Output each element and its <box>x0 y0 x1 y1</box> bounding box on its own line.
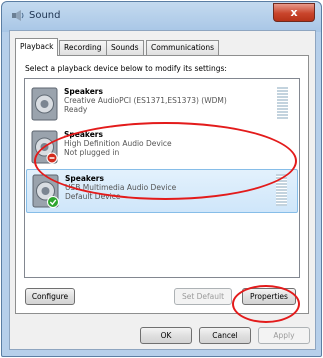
device-name: Speakers <box>64 87 103 96</box>
close-button[interactable]: x <box>273 3 315 22</box>
instructions-text: Select a playback device below to modify… <box>25 64 227 73</box>
annotation-circle-properties <box>232 285 300 323</box>
tab-sounds[interactable]: Sounds <box>106 40 144 55</box>
ok-button[interactable]: OK <box>140 327 192 344</box>
cancel-button[interactable]: Cancel <box>199 327 251 344</box>
annotation-circle-device <box>34 122 297 200</box>
set-default-button[interactable]: Set Default <box>174 288 232 305</box>
title-bar[interactable]: Sound x <box>2 2 321 30</box>
level-meter <box>277 87 288 119</box>
speaker-icon <box>31 87 58 121</box>
device-description: Creative AudioPCI (ES1371,ES1373) (WDM) <box>64 96 227 105</box>
tab-recording[interactable]: Recording <box>59 40 107 55</box>
apply-button[interactable]: Apply <box>258 327 310 344</box>
device-status: Ready <box>64 105 88 114</box>
speaker-icon <box>12 10 24 21</box>
device-text: Speakers Creative AudioPCI (ES1371,ES137… <box>64 87 227 114</box>
window-title: Sound <box>29 10 61 21</box>
device-item-creative[interactable]: Speakers Creative AudioPCI (ES1371,ES137… <box>26 83 298 125</box>
tab-playback[interactable]: Playback <box>15 38 59 56</box>
tab-communications[interactable]: Communications <box>146 40 220 55</box>
configure-button[interactable]: Configure <box>25 288 75 305</box>
